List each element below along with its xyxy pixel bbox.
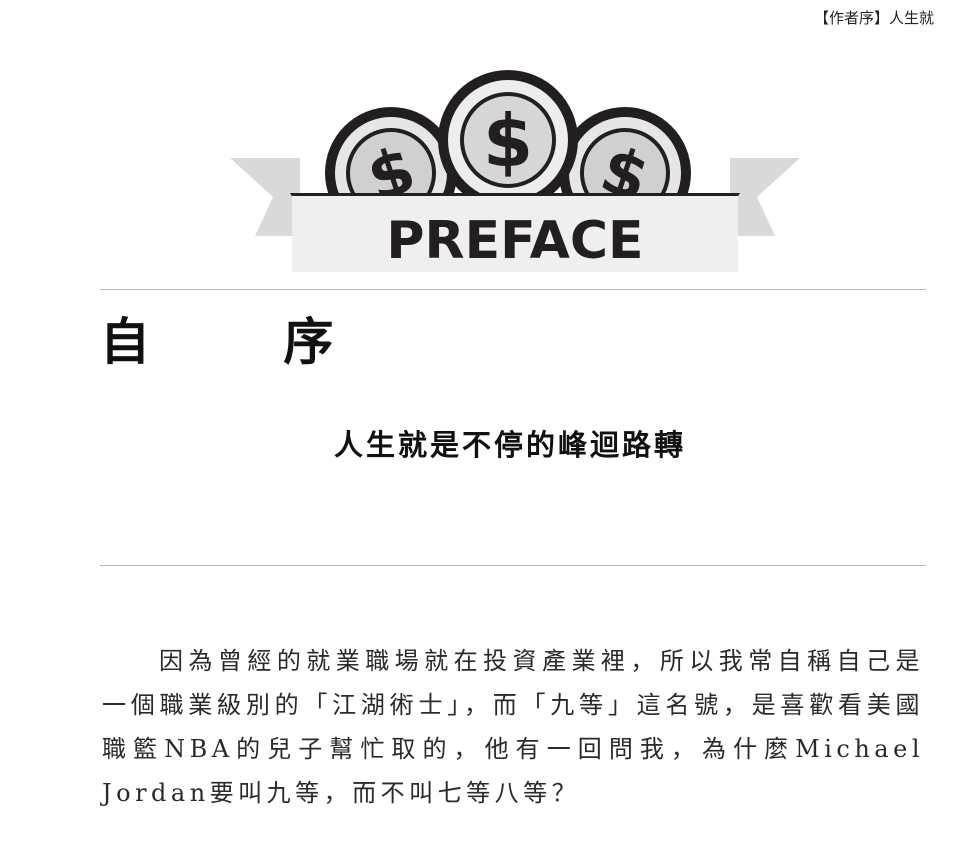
preface-label: PREFACE <box>386 211 643 271</box>
coin-center: $ <box>438 70 578 210</box>
chapter-subtitle: 人生就是不停的峰迴路轉 <box>333 428 686 462</box>
running-header: 【作者序】人生就 <box>814 9 935 27</box>
divider-bottom <box>100 565 926 566</box>
svg-text:$: $ <box>483 99 533 183</box>
ribbon-right <box>730 158 800 236</box>
divider-top <box>100 289 926 290</box>
body-paragraph: 因為曾經的就業職場就在投資產業裡，所以我常自稱自己是一個職業級別的「江湖術士」，… <box>102 647 924 807</box>
ribbon-left <box>230 158 300 236</box>
preface-logo: $ $ $ PREFACE <box>230 70 800 272</box>
chapter-title: 自 序 <box>100 313 392 371</box>
